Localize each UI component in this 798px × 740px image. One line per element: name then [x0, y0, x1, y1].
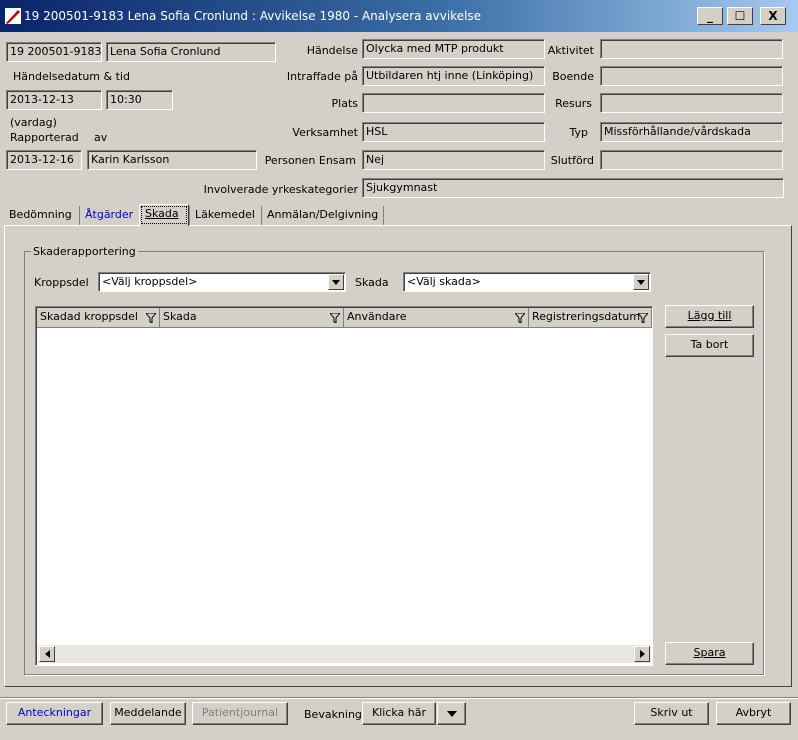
column-header-skada[interactable]: Skada — [160, 308, 344, 328]
handelse-label: Händelse — [306, 44, 358, 57]
personen-ensam-field: Nej — [362, 150, 545, 170]
typ-field: Missförhållande/vårdskada — [600, 122, 783, 142]
intraffade-field: Utbildaren htj inne (Linköping) — [362, 66, 545, 86]
column-label: Användare — [347, 310, 407, 323]
yrkeskategorier-field: Sjukgymnast — [362, 178, 784, 198]
scroll-left-icon[interactable] — [39, 646, 55, 662]
remove-button-label: Ta bort — [690, 338, 729, 351]
day-type-label: (vardag) — [10, 116, 57, 129]
event-time-field: 10:30 — [106, 90, 173, 110]
cancel-button[interactable]: Avbryt — [716, 702, 791, 725]
plats-label: Plats — [331, 97, 358, 110]
column-label: Skada — [163, 310, 197, 323]
reported-by-label: av — [94, 131, 108, 144]
reported-label: Rapporterad — [10, 131, 79, 144]
handelse-field: Olycka med MTP produkt — [362, 39, 545, 59]
tab-bedomning[interactable]: Bedömning — [4, 206, 77, 225]
filter-icon — [515, 313, 525, 323]
bevakning-label: Bevakning — [304, 708, 362, 721]
horizontal-scrollbar[interactable] — [38, 645, 651, 663]
add-button-label: Lägg till — [687, 309, 732, 322]
aktivitet-field — [600, 39, 783, 59]
reported-by-field: Karin Karlsson — [87, 150, 257, 170]
reported-date-field: 2013-12-16 — [6, 150, 82, 170]
klicka-har-button[interactable]: Klicka här — [362, 702, 436, 725]
slutford-field — [600, 150, 783, 170]
plats-field — [362, 93, 545, 113]
skada-select[interactable]: <Välj skada> — [403, 272, 651, 292]
tab-skada-label: Skada — [145, 207, 179, 220]
personen-ensam-label: Personen Ensam — [264, 154, 356, 167]
kroppsdel-value: <Välj kroppsdel> — [102, 275, 198, 288]
add-button[interactable]: Lägg till — [665, 305, 754, 328]
chevron-down-icon[interactable] — [328, 274, 344, 290]
chevron-down-icon — [446, 711, 457, 717]
chevron-down-icon[interactable] — [633, 274, 649, 290]
column-header-anvandare[interactable]: Användare — [344, 308, 529, 328]
column-label: Skadad kroppsdel — [40, 310, 138, 323]
save-button[interactable]: Spara — [665, 642, 754, 665]
patientjournal-button: Patientjournal — [192, 702, 288, 725]
resurs-field — [600, 93, 783, 113]
maximize-button[interactable]: ☐ — [727, 7, 753, 25]
filter-icon — [146, 313, 156, 323]
boende-label: Boende — [552, 70, 594, 83]
resurs-label: Resurs — [555, 97, 592, 110]
verksamhet-label: Verksamhet — [292, 126, 358, 139]
slutford-label: Slutförd — [550, 154, 594, 167]
window-title: 19 200501-9183 Lena Sofia Cronlund : Avv… — [24, 9, 482, 23]
close-button[interactable]: X — [760, 7, 786, 25]
footer-divider — [0, 697, 798, 698]
filter-icon — [330, 313, 340, 323]
anteckningar-button[interactable]: Anteckningar — [6, 702, 103, 725]
group-title: Skaderapportering — [31, 245, 138, 258]
tab-anmalan[interactable]: Anmälan/Delgivning — [261, 206, 385, 225]
typ-label: Typ — [569, 126, 589, 139]
tab-skada[interactable]: Skada — [139, 204, 189, 226]
kroppsdel-label: Kroppsdel — [34, 276, 89, 289]
print-button[interactable]: Skriv ut — [634, 702, 709, 725]
skada-label: Skada — [355, 276, 389, 289]
filter-icon — [638, 313, 648, 323]
scroll-right-icon[interactable] — [634, 646, 650, 662]
yrkeskategorier-label: Involverade yrkeskategorier — [203, 183, 358, 196]
tab-lakemedel[interactable]: Läkemedel — [189, 206, 260, 225]
save-button-label: Spara — [693, 646, 726, 659]
column-header-registreringsdatum[interactable]: Registreringsdatum — [529, 308, 652, 328]
patient-id-field: 19 200501-9183 — [6, 42, 102, 62]
aktivitet-label: Aktivitet — [547, 44, 594, 57]
minimize-button[interactable]: _ — [697, 7, 723, 25]
remove-button[interactable]: Ta bort — [665, 334, 754, 357]
tab-atgarder[interactable]: Åtgärder — [79, 206, 138, 225]
app-pen-icon — [5, 7, 21, 25]
intraffade-label: Intraffade på — [286, 70, 358, 83]
column-label: Registreringsdatum — [532, 310, 641, 323]
patient-name-field: Lena Sofia Cronlund — [106, 42, 276, 62]
skada-table[interactable] — [35, 306, 653, 666]
event-datetime-label: Händelsedatum & tid — [13, 70, 130, 83]
meddelande-button[interactable]: Meddelande — [110, 702, 186, 725]
column-header-skadad-kroppsdel[interactable]: Skadad kroppsdel — [37, 308, 160, 328]
event-date-field: 2013-12-13 — [6, 90, 102, 110]
kroppsdel-select[interactable]: <Välj kroppsdel> — [98, 272, 346, 292]
verksamhet-field: HSL — [362, 122, 545, 142]
bevakning-dropdown-button[interactable] — [437, 702, 466, 725]
skada-value: <Välj skada> — [407, 275, 481, 288]
boende-field — [600, 66, 783, 86]
